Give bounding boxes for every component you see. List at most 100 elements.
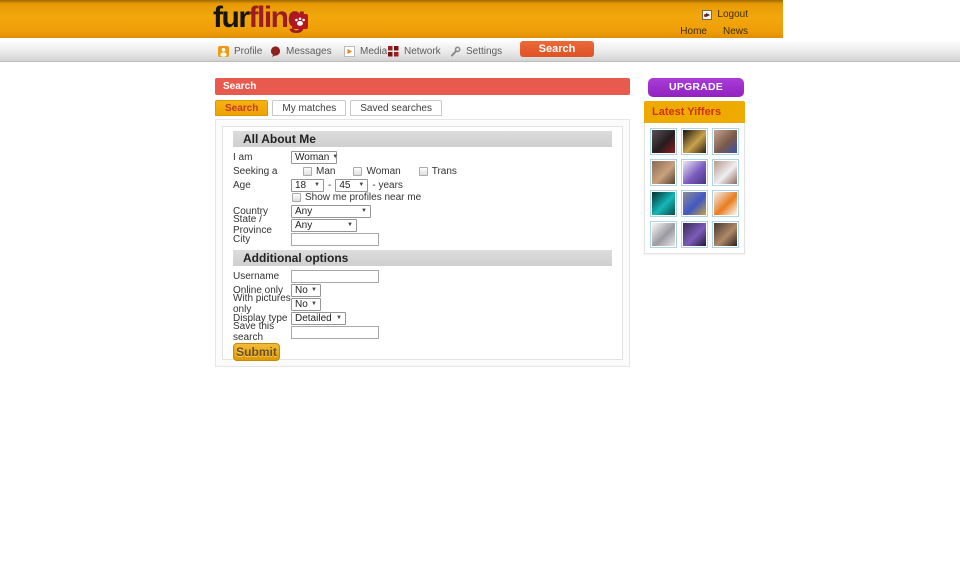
avatar-1 <box>652 130 675 153</box>
submit-button[interactable]: Submit <box>233 343 280 361</box>
section-header-additional-options: Additional options <box>233 250 612 266</box>
chevron-down-icon: ▼ <box>314 182 320 188</box>
avatar-thumbnail[interactable] <box>650 221 677 248</box>
nav-label-profile: Profile <box>234 46 262 57</box>
chevron-down-icon: ▼ <box>311 287 317 293</box>
age-from-select[interactable]: 18 ▼ <box>291 179 324 192</box>
avatar-8 <box>683 192 706 215</box>
row-save-search: Save this search <box>233 325 612 339</box>
display-type-value: Detailed <box>295 313 332 324</box>
chevron-down-icon: ▼ <box>311 301 317 307</box>
avatar-thumbnail[interactable] <box>681 159 708 186</box>
avatar-thumbnail[interactable] <box>681 128 708 155</box>
with-pictures-select[interactable]: No ▼ <box>291 298 321 311</box>
search-form-container: All About Me I am Woman ▼ Seeking a Man … <box>215 119 630 367</box>
age-separator: - <box>328 180 331 191</box>
i-am-label: I am <box>233 152 291 163</box>
username-input[interactable] <box>291 270 379 283</box>
avatar-10 <box>652 223 675 246</box>
country-value: Any <box>295 206 312 217</box>
row-seeking: Seeking a Man Woman Trans <box>233 164 612 178</box>
save-search-label: Save this search <box>233 321 291 343</box>
nav-label-network: Network <box>404 46 441 57</box>
save-search-input[interactable] <box>291 326 379 339</box>
avatar-thumbnail[interactable] <box>681 221 708 248</box>
row-age: Age 18 ▼ - 45 ▼ - years <box>233 178 612 192</box>
chevron-down-icon: ▼ <box>336 315 342 321</box>
seeking-trans-checkbox[interactable] <box>419 167 428 176</box>
chevron-down-icon: ▼ <box>361 208 367 214</box>
messages-icon <box>270 46 281 57</box>
chevron-down-icon: ▼ <box>358 182 364 188</box>
state-select[interactable]: Any ▼ <box>291 219 357 232</box>
site-logo[interactable]: furfling <box>213 1 304 35</box>
city-input[interactable] <box>291 233 379 246</box>
nav-item-media[interactable]: Media <box>344 45 387 58</box>
seeking-trans-label: Trans <box>432 166 457 177</box>
avatar-thumbnail[interactable] <box>712 128 739 155</box>
age-to-value: 45 <box>339 180 350 191</box>
section-header-all-about-me: All About Me <box>233 131 612 147</box>
page-title-banner: Search <box>215 78 630 95</box>
logout-label: Logout <box>717 9 748 20</box>
avatar-2 <box>683 130 706 153</box>
avatar-thumbnail[interactable] <box>650 159 677 186</box>
nav-item-messages[interactable]: Messages <box>270 45 332 58</box>
logo-text-fur: fur <box>213 1 249 34</box>
avatar-7 <box>652 192 675 215</box>
nav-label-settings: Settings <box>466 46 502 57</box>
main-navbar: Profile Messages Media Network Settings … <box>0 42 960 62</box>
seeking-man-label: Man <box>316 166 335 177</box>
search-form-card: All About Me I am Woman ▼ Seeking a Man … <box>222 126 623 360</box>
search-tabs: Search My matches Saved searches <box>215 100 442 116</box>
nav-label-media: Media <box>360 46 387 57</box>
avatar-thumbnail[interactable] <box>681 190 708 217</box>
avatar-thumbnail[interactable] <box>650 128 677 155</box>
city-label: City <box>233 234 291 245</box>
row-username: Username <box>233 269 612 283</box>
row-city: City <box>233 232 612 246</box>
seeking-woman-checkbox[interactable] <box>353 167 362 176</box>
age-label: Age <box>233 180 291 191</box>
upgrade-account-button[interactable]: UPGRADE ACCOUNT <box>648 78 744 97</box>
avatar-thumbnail[interactable] <box>712 159 739 186</box>
country-select[interactable]: Any ▼ <box>291 205 371 218</box>
tab-search[interactable]: Search <box>215 100 268 116</box>
nav-item-profile[interactable]: Profile <box>218 45 262 58</box>
nav-item-network[interactable]: Network <box>388 45 441 58</box>
paw-icon <box>292 14 308 29</box>
avatar-thumbnail[interactable] <box>650 190 677 217</box>
age-to-select[interactable]: 45 ▼ <box>335 179 368 192</box>
with-pictures-value: No <box>295 299 308 310</box>
home-link[interactable]: Home <box>680 26 707 37</box>
display-type-select[interactable]: Detailed ▼ <box>291 312 346 325</box>
news-link[interactable]: News <box>723 26 748 37</box>
tab-my-matches[interactable]: My matches <box>272 100 346 116</box>
seeking-woman-label: Woman <box>366 166 400 177</box>
username-label: Username <box>233 271 291 282</box>
avatar-4 <box>652 161 675 184</box>
avatar-12 <box>714 223 737 246</box>
row-state: State / Province Any ▼ <box>233 218 612 232</box>
avatar-thumbnail[interactable] <box>712 221 739 248</box>
seeking-label: Seeking a <box>233 166 291 177</box>
top-header: furfling Logout Home News <box>0 0 783 38</box>
settings-wrench-icon <box>450 46 461 57</box>
near-me-checkbox[interactable] <box>292 193 301 202</box>
row-i-am: I am Woman ▼ <box>233 150 612 164</box>
latest-yiffers-header: Latest Yiffers <box>644 101 745 123</box>
tab-saved-searches[interactable]: Saved searches <box>350 100 442 116</box>
online-only-select[interactable]: No ▼ <box>291 284 321 297</box>
logout-icon <box>702 10 712 20</box>
nav-search-button[interactable]: Search <box>520 41 594 57</box>
online-only-value: No <box>295 285 308 296</box>
age-suffix: - years <box>372 180 403 191</box>
avatar-5 <box>683 161 706 184</box>
i-am-select[interactable]: Woman ▼ <box>291 151 337 164</box>
seeking-man-checkbox[interactable] <box>303 167 312 176</box>
nav-label-messages: Messages <box>286 46 332 57</box>
nav-item-settings[interactable]: Settings <box>450 45 502 58</box>
avatar-thumbnail[interactable] <box>712 190 739 217</box>
avatar-11 <box>683 223 706 246</box>
logout-link[interactable]: Logout <box>680 8 748 21</box>
